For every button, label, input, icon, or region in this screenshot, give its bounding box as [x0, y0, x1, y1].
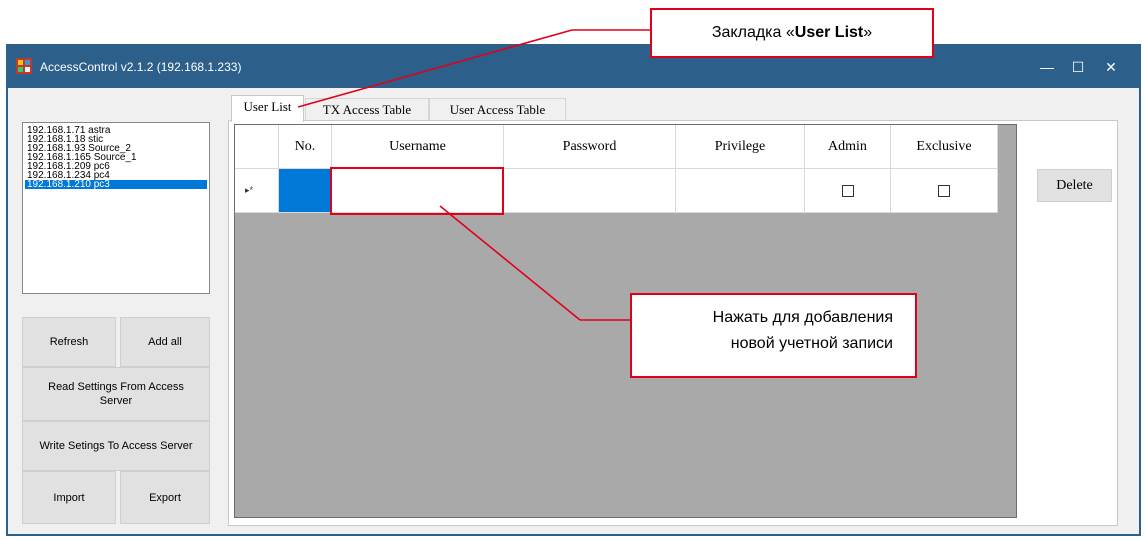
tab-callout-suffix: » [863, 24, 873, 41]
add-record-callout: Нажать для добавления новой учетной запи… [630, 293, 917, 378]
add-callout-line1: Нажать для добавления [712, 309, 893, 326]
annotation-lines [297, 29, 650, 321]
add-callout-line2: новой учетной записи [730, 335, 893, 352]
tab-callout-bold: User List [794, 24, 864, 41]
tab-callout: Закладка «User List» [650, 8, 934, 58]
username-highlight [330, 167, 504, 215]
tab-callout-prefix: Закладка « [711, 24, 795, 41]
